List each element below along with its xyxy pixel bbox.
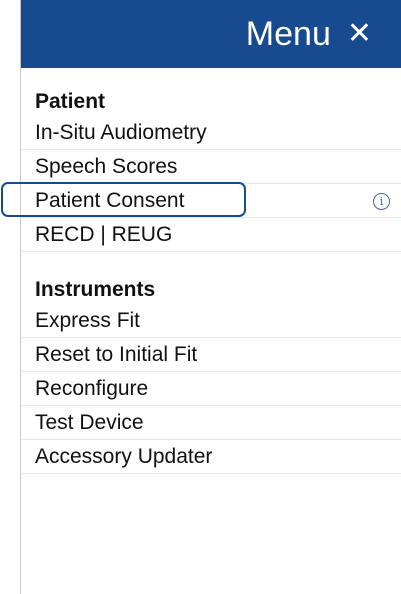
menu-item-reset-to-initial-fit[interactable]: Reset to Initial Fit (21, 338, 401, 372)
menu-item-recd-reug[interactable]: RECD | REUG (21, 218, 401, 252)
menu-title: Menu (245, 15, 331, 53)
menu-item-label: Reconfigure (35, 377, 149, 400)
menu-item-test-device[interactable]: Test Device (21, 406, 401, 440)
menu-item-label: Reset to Initial Fit (35, 343, 198, 366)
menu-item-in-situ-audiometry[interactable]: In-Situ Audiometry (21, 116, 401, 150)
menu-item-label: In-Situ Audiometry (35, 121, 207, 144)
info-icon[interactable]: i (373, 193, 390, 210)
menu-header: Menu ✕ (21, 0, 401, 68)
close-icon[interactable]: ✕ (347, 19, 372, 49)
menu-panel: Menu ✕ Patient In-Situ Audiometry Speech… (1, 0, 401, 594)
menu-item-patient-consent[interactable]: Patient Consent i (1, 182, 401, 218)
section-title-instruments: Instruments (35, 278, 156, 301)
menu-item-label: Accessory Updater (35, 445, 213, 468)
menu-item-label: RECD | REUG (35, 223, 173, 246)
menu-item-label: Test Device (35, 411, 144, 434)
menu-item-reconfigure[interactable]: Reconfigure (21, 372, 401, 406)
menu-item-accessory-updater[interactable]: Accessory Updater (21, 440, 401, 474)
menu-item-express-fit[interactable]: Express Fit (21, 304, 401, 338)
menu-item-label: Express Fit (35, 309, 141, 332)
menu-item-speech-scores[interactable]: Speech Scores (21, 150, 401, 184)
menu-item-label: Patient Consent (35, 189, 185, 212)
menu-body: Patient In-Situ Audiometry Speech Scores… (1, 68, 401, 474)
menu-item-label: Speech Scores (35, 155, 178, 178)
section-title-patient: Patient (35, 90, 106, 113)
